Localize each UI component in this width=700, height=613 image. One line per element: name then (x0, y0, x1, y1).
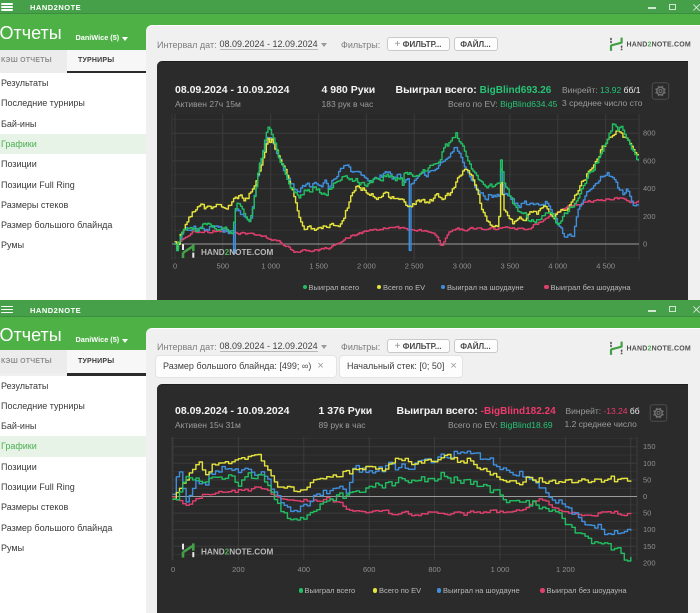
svg-text:200: 200 (643, 558, 656, 567)
svg-text:HAND2NOTE.COM: HAND2NOTE.COM (201, 548, 274, 557)
svg-text:600: 600 (643, 156, 656, 165)
svg-text:4 500: 4 500 (596, 262, 615, 271)
svg-text:150: 150 (643, 442, 656, 451)
svg-text:100: 100 (643, 459, 656, 468)
svg-text:0: 0 (171, 565, 175, 574)
svg-text:50: 50 (643, 509, 651, 518)
svg-text:600: 600 (363, 565, 376, 574)
svg-text:0: 0 (173, 262, 177, 271)
svg-text:3 500: 3 500 (501, 262, 520, 271)
svg-text:HAND2NOTE.COM: HAND2NOTE.COM (627, 42, 691, 49)
svg-text:HAND2NOTE.COM: HAND2NOTE.COM (201, 248, 274, 257)
svg-text:2 000: 2 000 (357, 262, 376, 271)
svg-text:0: 0 (643, 240, 647, 249)
svg-text:1 200: 1 200 (556, 565, 575, 574)
svg-text:150: 150 (643, 542, 656, 551)
svg-text:200: 200 (643, 212, 656, 221)
svg-text:HAND2NOTE.COM: HAND2NOTE.COM (627, 346, 691, 353)
svg-text:100: 100 (643, 525, 656, 534)
svg-text:400: 400 (643, 184, 656, 193)
svg-text:1 000: 1 000 (261, 262, 280, 271)
svg-text:200: 200 (232, 565, 245, 574)
svg-text:50: 50 (643, 475, 651, 484)
svg-text:3 000: 3 000 (453, 262, 472, 271)
svg-text:4 000: 4 000 (548, 262, 567, 271)
svg-text:1 500: 1 500 (309, 262, 328, 271)
svg-text:800: 800 (643, 129, 656, 138)
svg-text:400: 400 (298, 565, 311, 574)
svg-text:2 500: 2 500 (405, 262, 424, 271)
svg-text:800: 800 (428, 565, 441, 574)
svg-text:0: 0 (643, 492, 647, 501)
svg-text:1 000: 1 000 (491, 565, 510, 574)
svg-text:500: 500 (217, 262, 230, 271)
